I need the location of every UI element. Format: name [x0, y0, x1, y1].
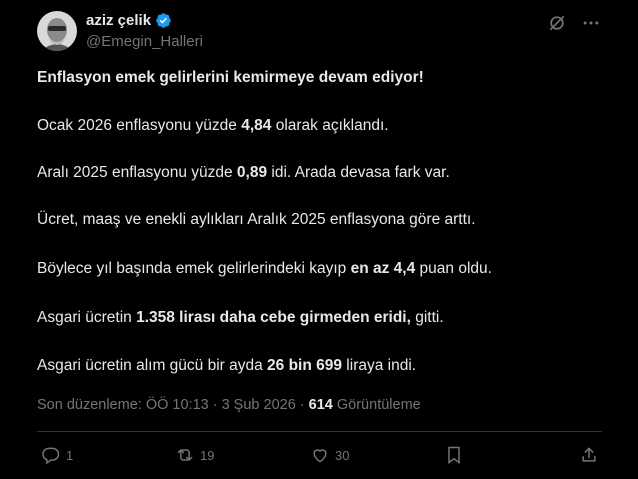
like-count: 30: [335, 447, 350, 463]
repost-icon: [177, 449, 193, 461]
tweet-meta: Son düzenleme: ÖÖ 10:13 · 3 Şub 2026 · 6…: [37, 397, 421, 413]
user-handle[interactable]: @Emegin_Halleri: [86, 33, 203, 50]
tweet-paragraph-1: Ocak 2026 enflasyonu yüzde 4,84 olarak a…: [37, 117, 389, 134]
avatar-image: [37, 11, 77, 51]
repost-count: 19: [200, 447, 215, 463]
edited-timestamp[interactable]: Son düzenleme: ÖÖ 10:13 · 3 Şub 2026 ·: [37, 397, 309, 413]
tweet: aziz çelik @Emegin_Halleri Enflasyon eme…: [0, 0, 638, 479]
action-bar: 1 19 30: [37, 445, 602, 469]
tweet-paragraph-2: Aralı 2025 enflasyonu yüzde 0,89 idi. Ar…: [37, 164, 450, 181]
more-options-icon[interactable]: [581, 13, 601, 33]
bookmark-icon: [448, 446, 460, 464]
repost-button[interactable]: 19: [175, 445, 214, 465]
avatar[interactable]: [37, 11, 77, 51]
share-button[interactable]: [579, 445, 599, 465]
tweet-paragraph-5: Asgari ücretin 1.358 lirası daha cebe gi…: [37, 309, 444, 326]
tweet-paragraph-6: Asgari ücretin alım gücü bir ayda 26 bin…: [37, 357, 417, 374]
reply-button[interactable]: 1: [41, 445, 73, 465]
reply-icon: [42, 447, 60, 465]
reply-count: 1: [66, 447, 74, 463]
grok-icon[interactable]: [547, 13, 567, 33]
verified-badge-icon[interactable]: [155, 12, 172, 29]
views-count: 614: [308, 397, 333, 413]
views-label: Görüntüleme: [332, 397, 421, 413]
tweet-paragraph-3: Ücret, maaş ve enekli aylıkları Aralık 2…: [37, 211, 476, 228]
heart-icon: [313, 449, 327, 463]
tweet-headline: Enflasyon emek gelirlerini kemirmeye dev…: [37, 69, 424, 86]
divider: [37, 431, 602, 432]
like-button[interactable]: 30: [310, 445, 349, 465]
tweet-paragraph-4: Böylece yıl başında emek gelirlerindeki …: [37, 260, 492, 277]
share-icon: [582, 447, 596, 462]
bookmark-button[interactable]: [444, 445, 464, 465]
display-name[interactable]: aziz çelik: [86, 12, 151, 29]
